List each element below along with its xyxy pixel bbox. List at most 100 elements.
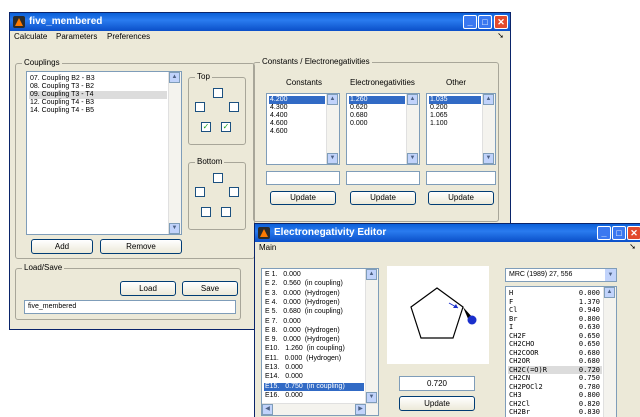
group-row[interactable]: CH2Cl 0.820: [508, 400, 602, 408]
scroll-up-icon[interactable]: ▲: [327, 94, 338, 105]
constant-value-field[interactable]: [266, 171, 340, 185]
other-item[interactable]: 1.065: [429, 112, 481, 120]
coupling-item[interactable]: 08. Coupling T3 - B2: [29, 83, 167, 91]
entry-item[interactable]: E11. 0.000 (Hydrogen): [264, 355, 364, 363]
coupling-item-selected[interactable]: 09. Coupling T3 - T4: [29, 91, 167, 99]
scroll-up-icon[interactable]: ▲: [366, 269, 377, 280]
group-row[interactable]: F 1.370: [508, 298, 602, 306]
group-row[interactable]: CH2POCl2 0.780: [508, 383, 602, 391]
group-row[interactable]: CH2CN 0.750: [508, 374, 602, 382]
group-row[interactable]: CH2CHO 0.650: [508, 340, 602, 348]
scroll-up-icon[interactable]: ▲: [483, 94, 494, 105]
scroll-down-icon[interactable]: ▼: [366, 392, 377, 403]
scroll-down-icon[interactable]: ▼: [407, 153, 418, 164]
bottom-checkbox-2[interactable]: [195, 187, 205, 197]
group-row[interactable]: Br 0.800: [508, 315, 602, 323]
bottom-checkbox-4[interactable]: [201, 207, 211, 217]
bottom-checkbox-1[interactable]: [213, 173, 223, 183]
top-checkbox-3[interactable]: [229, 102, 239, 112]
electroneg-item[interactable]: 0.000: [349, 120, 405, 128]
scroll-up-icon[interactable]: ▲: [169, 72, 180, 83]
entry-item[interactable]: E 3. 0.000 (Hydrogen): [264, 290, 364, 298]
other-item[interactable]: 1.100: [429, 120, 481, 128]
top-checkbox-2[interactable]: [195, 102, 205, 112]
scroll-down-icon[interactable]: ▼: [169, 223, 180, 234]
group-row-selected[interactable]: CH2C(=O)R 0.720: [508, 365, 602, 374]
electroneg-scrollbar[interactable]: ▲ ▼: [406, 94, 419, 164]
scroll-left-icon[interactable]: ◀: [262, 404, 273, 415]
bottom-checkbox-5[interactable]: [221, 207, 231, 217]
electroneg-update-button[interactable]: Update: [350, 191, 416, 205]
maximize-icon[interactable]: □: [612, 226, 626, 240]
source-select[interactable]: MRC (1989) 27, 556 ▼: [505, 268, 617, 282]
other-update-button[interactable]: Update: [428, 191, 494, 205]
other-list[interactable]: 1.035 0.200 1.065 1.100 ▲ ▼: [426, 93, 496, 165]
scroll-right-icon[interactable]: ▶: [355, 404, 366, 415]
constant-item[interactable]: 4.300: [269, 104, 325, 112]
top-checkbox-1[interactable]: [213, 88, 223, 98]
entry-item[interactable]: E14. 0.000: [264, 373, 364, 381]
top-checkbox-4-checked[interactable]: ✓: [201, 122, 211, 132]
entry-item[interactable]: E 7. 0.000: [264, 318, 364, 326]
entry-item[interactable]: E 9. 0.000 (Hydrogen): [264, 336, 364, 344]
couplings-list[interactable]: 07. Coupling B2 - B3 08. Coupling T3 - B…: [26, 71, 182, 235]
entry-item[interactable]: E 5. 0.680 (in coupling): [264, 308, 364, 316]
substituent-scrollbar[interactable]: ▲: [603, 287, 616, 417]
other-value-field[interactable]: [426, 171, 496, 185]
menu-preferences[interactable]: Preferences: [107, 32, 150, 41]
constant-item[interactable]: 4.600: [269, 120, 325, 128]
group-row[interactable]: CH2Br 0.830: [508, 408, 602, 416]
menu-calculate[interactable]: Calculate: [14, 32, 47, 41]
constant-item[interactable]: 4.600: [269, 128, 325, 136]
coupling-item[interactable]: 07. Coupling B2 - B3: [29, 75, 167, 83]
other-item[interactable]: 0.200: [429, 104, 481, 112]
constants-list[interactable]: 4.200 4.300 4.400 4.600 4.600 ▲ ▼: [266, 93, 340, 165]
coupling-item[interactable]: 14. Coupling T4 - B5: [29, 107, 167, 115]
couplings-scrollbar[interactable]: ▲ ▼: [168, 72, 181, 234]
constants-update-button[interactable]: Update: [270, 191, 336, 205]
scroll-up-icon[interactable]: ▲: [407, 94, 418, 105]
menu-main[interactable]: Main: [259, 243, 276, 252]
minimize-icon[interactable]: _: [597, 226, 611, 240]
add-button[interactable]: Add: [31, 239, 93, 254]
entry-item[interactable]: E 2. 0.560 (in coupling): [264, 280, 364, 288]
group-row[interactable]: Cl 0.940: [508, 306, 602, 314]
menu-arrow-icon[interactable]: ➘: [629, 242, 636, 251]
close-icon[interactable]: ✕: [494, 15, 508, 29]
save-button[interactable]: Save: [182, 281, 238, 296]
main-title-bar[interactable]: five_membered _ □ ✕: [10, 13, 510, 31]
entry-item[interactable]: E10. 1.260 (in coupling): [264, 345, 364, 353]
group-row[interactable]: H 0.000: [508, 289, 602, 297]
electroneg-item-selected[interactable]: 1.260: [349, 96, 405, 104]
entries-scrollbar[interactable]: ▲ ▼: [365, 269, 378, 403]
entry-item[interactable]: E 1. 0.000: [264, 271, 364, 279]
group-row[interactable]: CH2F 0.650: [508, 332, 602, 340]
electroneg-item[interactable]: 0.680: [349, 112, 405, 120]
entry-item[interactable]: E13. 0.000: [264, 364, 364, 372]
group-row[interactable]: CH2OR 0.680: [508, 357, 602, 365]
electroneg-value-field[interactable]: 0.720: [399, 376, 475, 391]
scroll-down-icon[interactable]: ▼: [327, 153, 338, 164]
filename-field[interactable]: five_membered: [24, 300, 236, 314]
electroneg-item[interactable]: 0.620: [349, 104, 405, 112]
scroll-up-icon[interactable]: ▲: [604, 287, 615, 298]
editor-title-bar[interactable]: Electronegativity Editor _ □ ✕: [255, 224, 640, 242]
menu-parameters[interactable]: Parameters: [56, 32, 97, 41]
minimize-icon[interactable]: _: [463, 15, 477, 29]
entry-item-selected[interactable]: E15. 0.750 (in coupling): [264, 382, 364, 391]
entry-item[interactable]: E16. 0.000: [264, 392, 364, 400]
scroll-down-icon[interactable]: ▼: [483, 153, 494, 164]
close-icon[interactable]: ✕: [627, 226, 640, 240]
load-button[interactable]: Load: [120, 281, 176, 296]
group-row[interactable]: CH2COOR 0.680: [508, 349, 602, 357]
menu-arrow-icon[interactable]: ➘: [497, 31, 504, 40]
other-item-selected[interactable]: 1.035: [429, 96, 481, 104]
group-row[interactable]: CH3 0.800: [508, 391, 602, 399]
entries-hscrollbar[interactable]: ◀ ▶: [262, 403, 378, 415]
other-scrollbar[interactable]: ▲ ▼: [482, 94, 495, 164]
entry-item[interactable]: E 8. 0.000 (Hydrogen): [264, 327, 364, 335]
electroneg-value-field[interactable]: [346, 171, 420, 185]
group-row[interactable]: I 0.630: [508, 323, 602, 331]
constant-item-selected[interactable]: 4.200: [269, 96, 325, 104]
editor-update-button[interactable]: Update: [399, 396, 475, 411]
